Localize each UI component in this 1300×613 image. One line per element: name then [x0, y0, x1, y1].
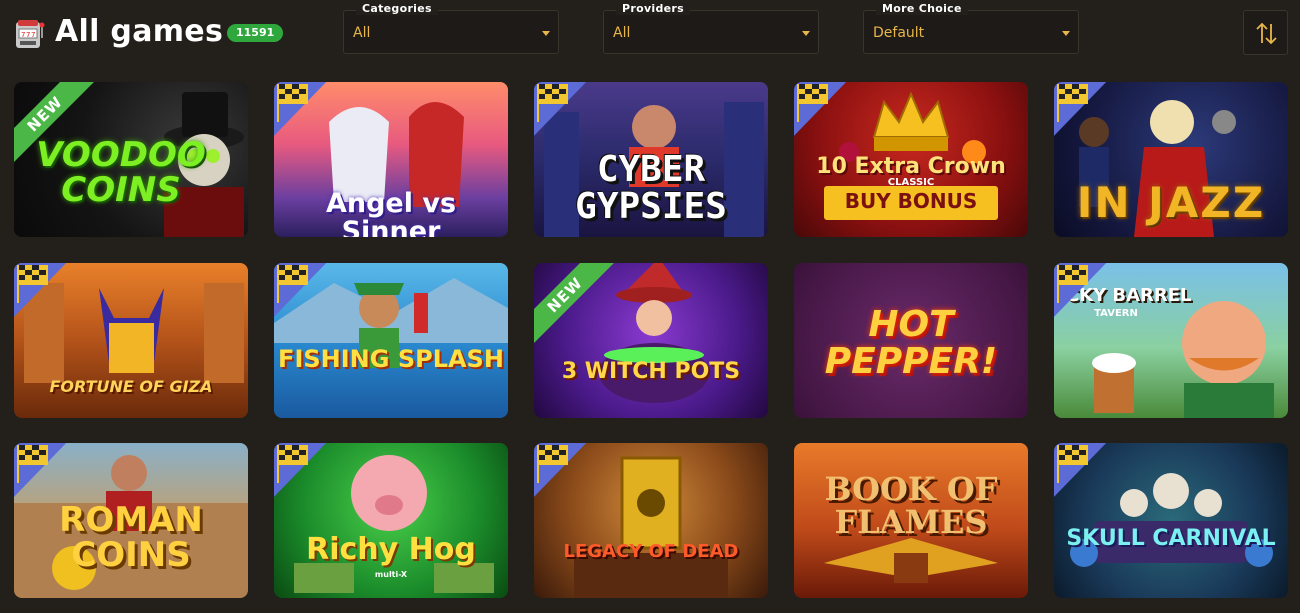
svg-text:7: 7	[31, 31, 35, 39]
sort-button[interactable]	[1243, 10, 1288, 55]
slot-machine-icon: 7 7 7	[16, 20, 45, 48]
checkered-flag-icon	[274, 443, 327, 497]
game-card-3-witch-pots[interactable]: 3 WITCH POTS NEW	[534, 263, 768, 418]
more-choice-select[interactable]: More Choice Default	[863, 2, 1079, 54]
game-title: FISHING SPLASH	[278, 345, 504, 373]
categories-select[interactable]: Categories All	[343, 2, 559, 54]
checkered-flag-icon	[1054, 263, 1107, 317]
game-subtitle: CLASSIC	[887, 177, 935, 188]
game-card-book-of-flames[interactable]: BOOK OF FLAMES	[794, 443, 1028, 598]
checkered-flag-icon	[534, 82, 587, 136]
game-title: CYBER GYPSIES	[575, 149, 727, 227]
checkered-flag-icon	[274, 82, 327, 136]
game-card-fortune-of-giza[interactable]: FORTUNE OF GIZA	[14, 263, 248, 418]
game-card-lucky-barrel[interactable]: LUCKY BARREL TAVERN	[1054, 263, 1288, 418]
game-title: FORTUNE OF GIZA	[49, 377, 213, 396]
checkered-flag-icon	[14, 443, 67, 497]
game-title: HOT PEPPER!	[824, 304, 998, 382]
chevron-down-icon	[542, 31, 550, 36]
checkered-flag-icon	[1054, 443, 1107, 497]
page-title: All games	[55, 14, 224, 49]
game-bonus-label: BUY BONUS	[844, 189, 978, 213]
game-card-hot-pepper[interactable]: HOT PEPPER!	[794, 263, 1028, 418]
game-card-roman-coins[interactable]: ROMAN COINS	[14, 443, 248, 598]
game-title: BOOK OF FLAMES	[824, 470, 998, 541]
game-title: LEGACY OF DEAD	[563, 541, 739, 562]
new-ribbon: NEW	[534, 263, 624, 353]
game-card-fishing-splash[interactable]: FISHING SPLASH	[274, 263, 508, 418]
categories-value: All	[353, 25, 371, 41]
svg-text:7: 7	[21, 31, 25, 39]
checkered-flag-icon	[1054, 82, 1107, 136]
game-card-in-jazz[interactable]: IN JAZZ	[1054, 82, 1288, 237]
game-title: IN JAZZ	[1076, 178, 1266, 227]
checkered-flag-icon	[794, 82, 847, 136]
games-count-badge: 11591	[227, 24, 284, 42]
game-subtitle: multi-X	[374, 570, 408, 579]
game-title: SKULL CARNIVAL	[1066, 526, 1276, 551]
chevron-down-icon	[1062, 31, 1070, 36]
providers-label: Providers	[616, 2, 690, 15]
providers-select[interactable]: Providers All	[603, 2, 819, 54]
game-card-angel-vs-sinner[interactable]: Angel vs Sinner	[274, 82, 508, 237]
game-card-10-extra-crown[interactable]: 10 Extra Crown CLASSIC BUY BONUS	[794, 82, 1028, 237]
game-card-cyber-gypsies[interactable]: CYBER GYPSIES	[534, 82, 768, 237]
new-ribbon: NEW	[14, 82, 104, 172]
more-choice-value: Default	[873, 25, 925, 41]
sort-arrows-icon	[1256, 22, 1277, 45]
game-card-richy-hog[interactable]: Richy Hog multi-X	[274, 443, 508, 598]
providers-value: All	[613, 25, 631, 41]
game-title: 10 Extra Crown	[816, 154, 1006, 179]
game-card-skull-carnival[interactable]: SKULL CARNIVAL	[1054, 443, 1288, 598]
games-header: 7 7 7 All games 11591 Categories All Pro…	[0, 0, 1300, 66]
checkered-flag-icon	[274, 263, 327, 317]
categories-label: Categories	[356, 2, 438, 15]
game-title: Richy Hog	[306, 532, 476, 567]
game-title: 3 WITCH POTS	[561, 359, 741, 384]
game-title: Angel vs Sinner	[325, 188, 457, 237]
game-title: ROMAN COINS	[59, 500, 203, 575]
game-card-voodoo-coins[interactable]: VOODOO COINS NEW	[14, 82, 248, 237]
svg-text:7: 7	[26, 31, 30, 39]
checkered-flag-icon	[534, 443, 587, 497]
game-card-legacy-of-dead[interactable]: LEGACY OF DEAD	[534, 443, 768, 598]
more-choice-label: More Choice	[876, 2, 968, 15]
chevron-down-icon	[802, 31, 810, 36]
checkered-flag-icon	[14, 263, 67, 317]
